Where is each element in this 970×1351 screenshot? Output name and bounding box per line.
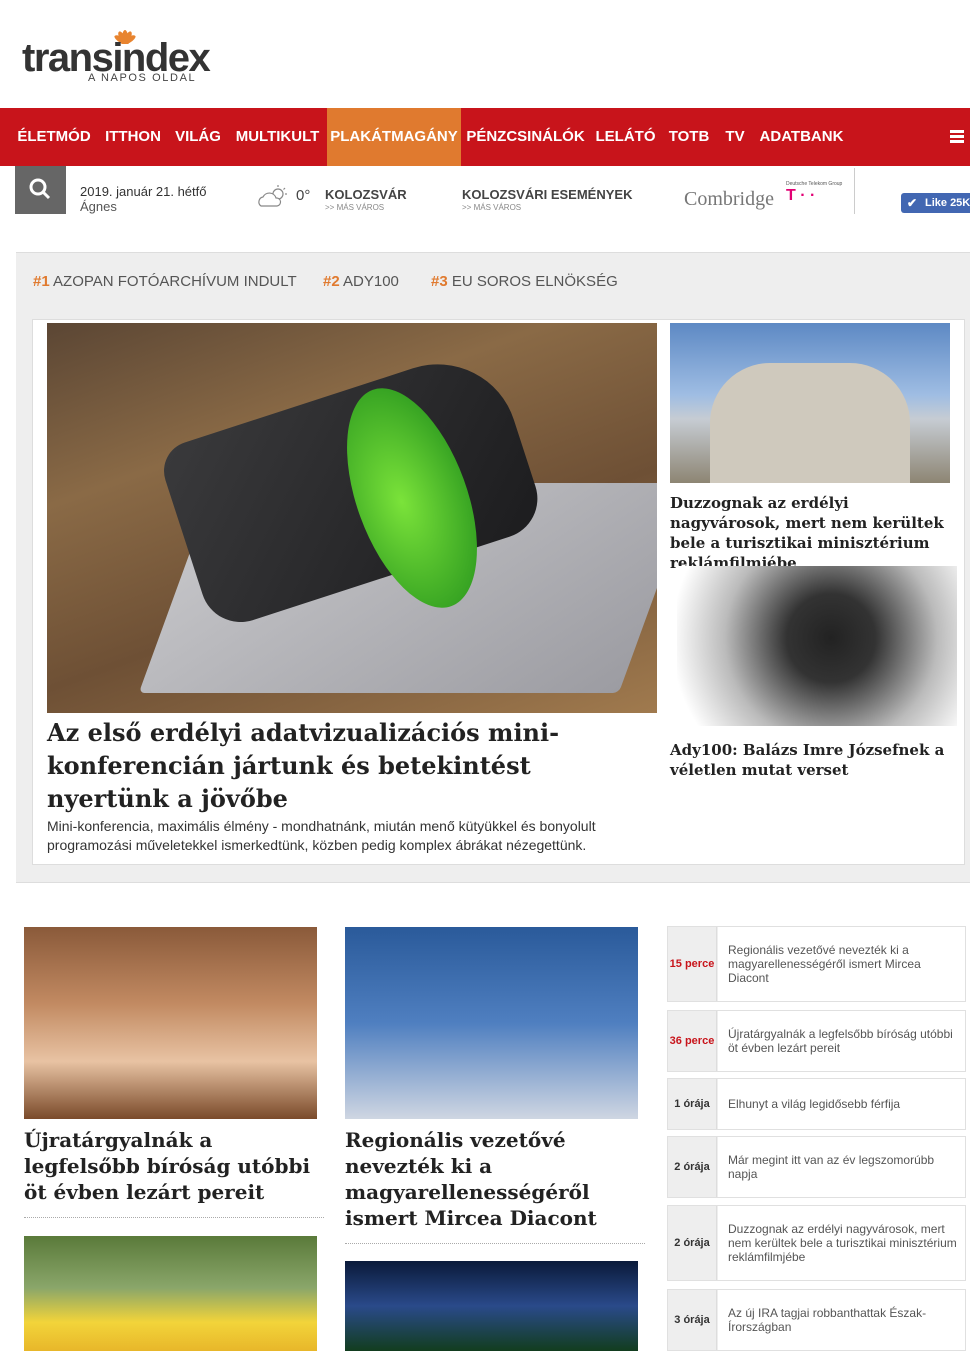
news-feed-item[interactable]: 3 órája Az új IRA tagjai robbanthattak É… (667, 1289, 966, 1351)
logo-tagline: A NAPOS OLDAL (88, 72, 197, 84)
nav-item-totb[interactable]: TOTB (661, 108, 717, 166)
main-article-title[interactable]: Az első erdélyi adatvizualizációs mini-k… (47, 716, 657, 815)
news-feed-item[interactable]: 36 perce Újratárgyalnák a legfelsőbb bír… (667, 1010, 966, 1072)
check-icon: ✔ (907, 196, 918, 210)
article-card-image-3[interactable] (24, 1236, 317, 1351)
site-header: transindex A NAPOS OLDAL (0, 0, 970, 108)
trending-number: #2 (323, 273, 340, 290)
news-time: 2 órája (668, 1137, 717, 1197)
news-text: Regionális vezetővé nevezték ki a magyar… (728, 943, 921, 985)
telekom-logo[interactable]: Deutsche Telekom Group T · · (786, 181, 846, 205)
article-card-image-2[interactable] (345, 927, 638, 1119)
site-logo[interactable]: transindex A NAPOS OLDAL (22, 16, 211, 88)
news-text: Az új IRA tagjai robbanthattak Észak-Íro… (728, 1306, 927, 1334)
sponsor-logo[interactable]: Combridge (684, 188, 774, 211)
nav-item-eletmod[interactable]: ÉLETMÓD (10, 108, 98, 166)
trending-number: #3 (431, 273, 448, 290)
nav-item-itthon[interactable]: ITTHON (98, 108, 168, 166)
news-text: Már megint itt van az év legszomorúbb na… (728, 1153, 935, 1181)
main-article-image[interactable] (47, 323, 657, 713)
main-article-lead: Mini-konferencia, maximális élmény - mon… (47, 818, 596, 853)
trending-item-2[interactable]: #2 ADY100 (323, 273, 399, 290)
hamburger-menu-icon[interactable] (950, 130, 964, 144)
news-feed-item[interactable]: 2 órája Duzzognak az erdélyi nagyvárosok… (667, 1205, 966, 1281)
news-feed-item[interactable]: 2 órája Már megint itt van az év legszom… (667, 1136, 966, 1198)
search-icon (29, 178, 51, 200)
side-article-title-2[interactable]: Ady100: Balázs Imre Józsefnek a véletlen… (670, 740, 950, 780)
city-change-link[interactable]: >> MÁS VÁROS (325, 203, 384, 212)
nav-item-adatbank[interactable]: ADATBANK (753, 108, 850, 166)
news-text: Elhunyt a világ legidősebb férfija (728, 1097, 901, 1111)
facebook-like-button[interactable]: ✔ Like 25K (901, 193, 970, 213)
news-feed-item[interactable]: 1 órája Elhunyt a világ legidősebb férfi… (667, 1078, 966, 1130)
article-card-title-1[interactable]: Újratárgyalnák a legfelsőbb bíróság utób… (24, 1127, 324, 1205)
divider (345, 1243, 645, 1244)
current-date: 2019. január 21. hétfő (80, 184, 207, 199)
divider (24, 1217, 324, 1218)
nav-item-tv[interactable]: TV (717, 108, 753, 166)
nameday: Ágnes (80, 199, 117, 214)
news-time: 15 perce (668, 927, 717, 1001)
temperature: 0° (296, 187, 311, 204)
nav-item-vilag[interactable]: VILÁG (168, 108, 228, 166)
trending-label: ADY100 (343, 273, 399, 290)
building-shape (710, 363, 910, 483)
divider (854, 168, 855, 214)
news-text: Újratárgyalnák a legfelsőbb bíróság utób… (728, 1027, 953, 1055)
telekom-t-icon: T · · (786, 187, 816, 204)
events-change-link[interactable]: >> MÁS VÁROS (462, 203, 521, 212)
main-nav: ÉLETMÓD ITTHON VILÁG MULTIKULT PLAKÁTMAG… (0, 108, 970, 166)
news-time: 3 órája (668, 1290, 717, 1350)
article-card-title-2[interactable]: Regionális vezetővé nevezték ki a magyar… (345, 1127, 645, 1231)
article-card-image-4[interactable] (345, 1261, 638, 1351)
nav-item-multikult[interactable]: MULTIKULT (228, 108, 327, 166)
news-time: 1 órája (668, 1079, 717, 1129)
side-article-image-2[interactable] (677, 566, 957, 726)
news-feed-item[interactable]: 15 perce Regionális vezetővé nevezték ki… (667, 926, 966, 1002)
news-time: 2 órája (668, 1206, 717, 1280)
trending-label: AZOPAN FOTÓARCHÍVUM INDULT (53, 273, 297, 290)
nav-item-lelato[interactable]: LELÁTÓ (590, 108, 661, 166)
featured-box: Az első erdélyi adatvizualizációs mini-k… (32, 319, 965, 865)
info-bar: 2019. január 21. hétfő Ágnes 0° KOLOZSVÁ… (0, 166, 970, 218)
trending-item-3[interactable]: #3 EU SOROS ELNÖKSÉG (431, 273, 618, 290)
nav-item-plakatmagany[interactable]: PLAKÁTMAGÁNY (327, 108, 461, 166)
news-time: 36 perce (668, 1011, 717, 1071)
partly-cloudy-icon (258, 185, 287, 207)
like-label: Like 25K (925, 197, 970, 209)
search-button[interactable] (15, 166, 66, 214)
featured-section: #1 AZOPAN FOTÓARCHÍVUM INDULT #2 ADY100 … (16, 252, 970, 883)
events-link[interactable]: KOLOZSVÁRI ESEMÉNYEK (462, 187, 632, 202)
nav-item-penzcsinalok[interactable]: PÉNZCSINÁLÓK (461, 108, 590, 166)
side-article-title-1[interactable]: Duzzognak az erdélyi nagyvárosok, mert n… (670, 493, 950, 573)
side-article-image-1[interactable] (670, 323, 950, 483)
trending-item-1[interactable]: #1 AZOPAN FOTÓARCHÍVUM INDULT (33, 273, 297, 290)
news-text: Duzzognak az erdélyi nagyvárosok, mert n… (728, 1222, 957, 1264)
article-card-image-1[interactable] (24, 927, 317, 1119)
trending-number: #1 (33, 273, 50, 290)
trending-label: EU SOROS ELNÖKSÉG (451, 273, 618, 290)
city-link[interactable]: KOLOZSVÁR (325, 187, 407, 202)
